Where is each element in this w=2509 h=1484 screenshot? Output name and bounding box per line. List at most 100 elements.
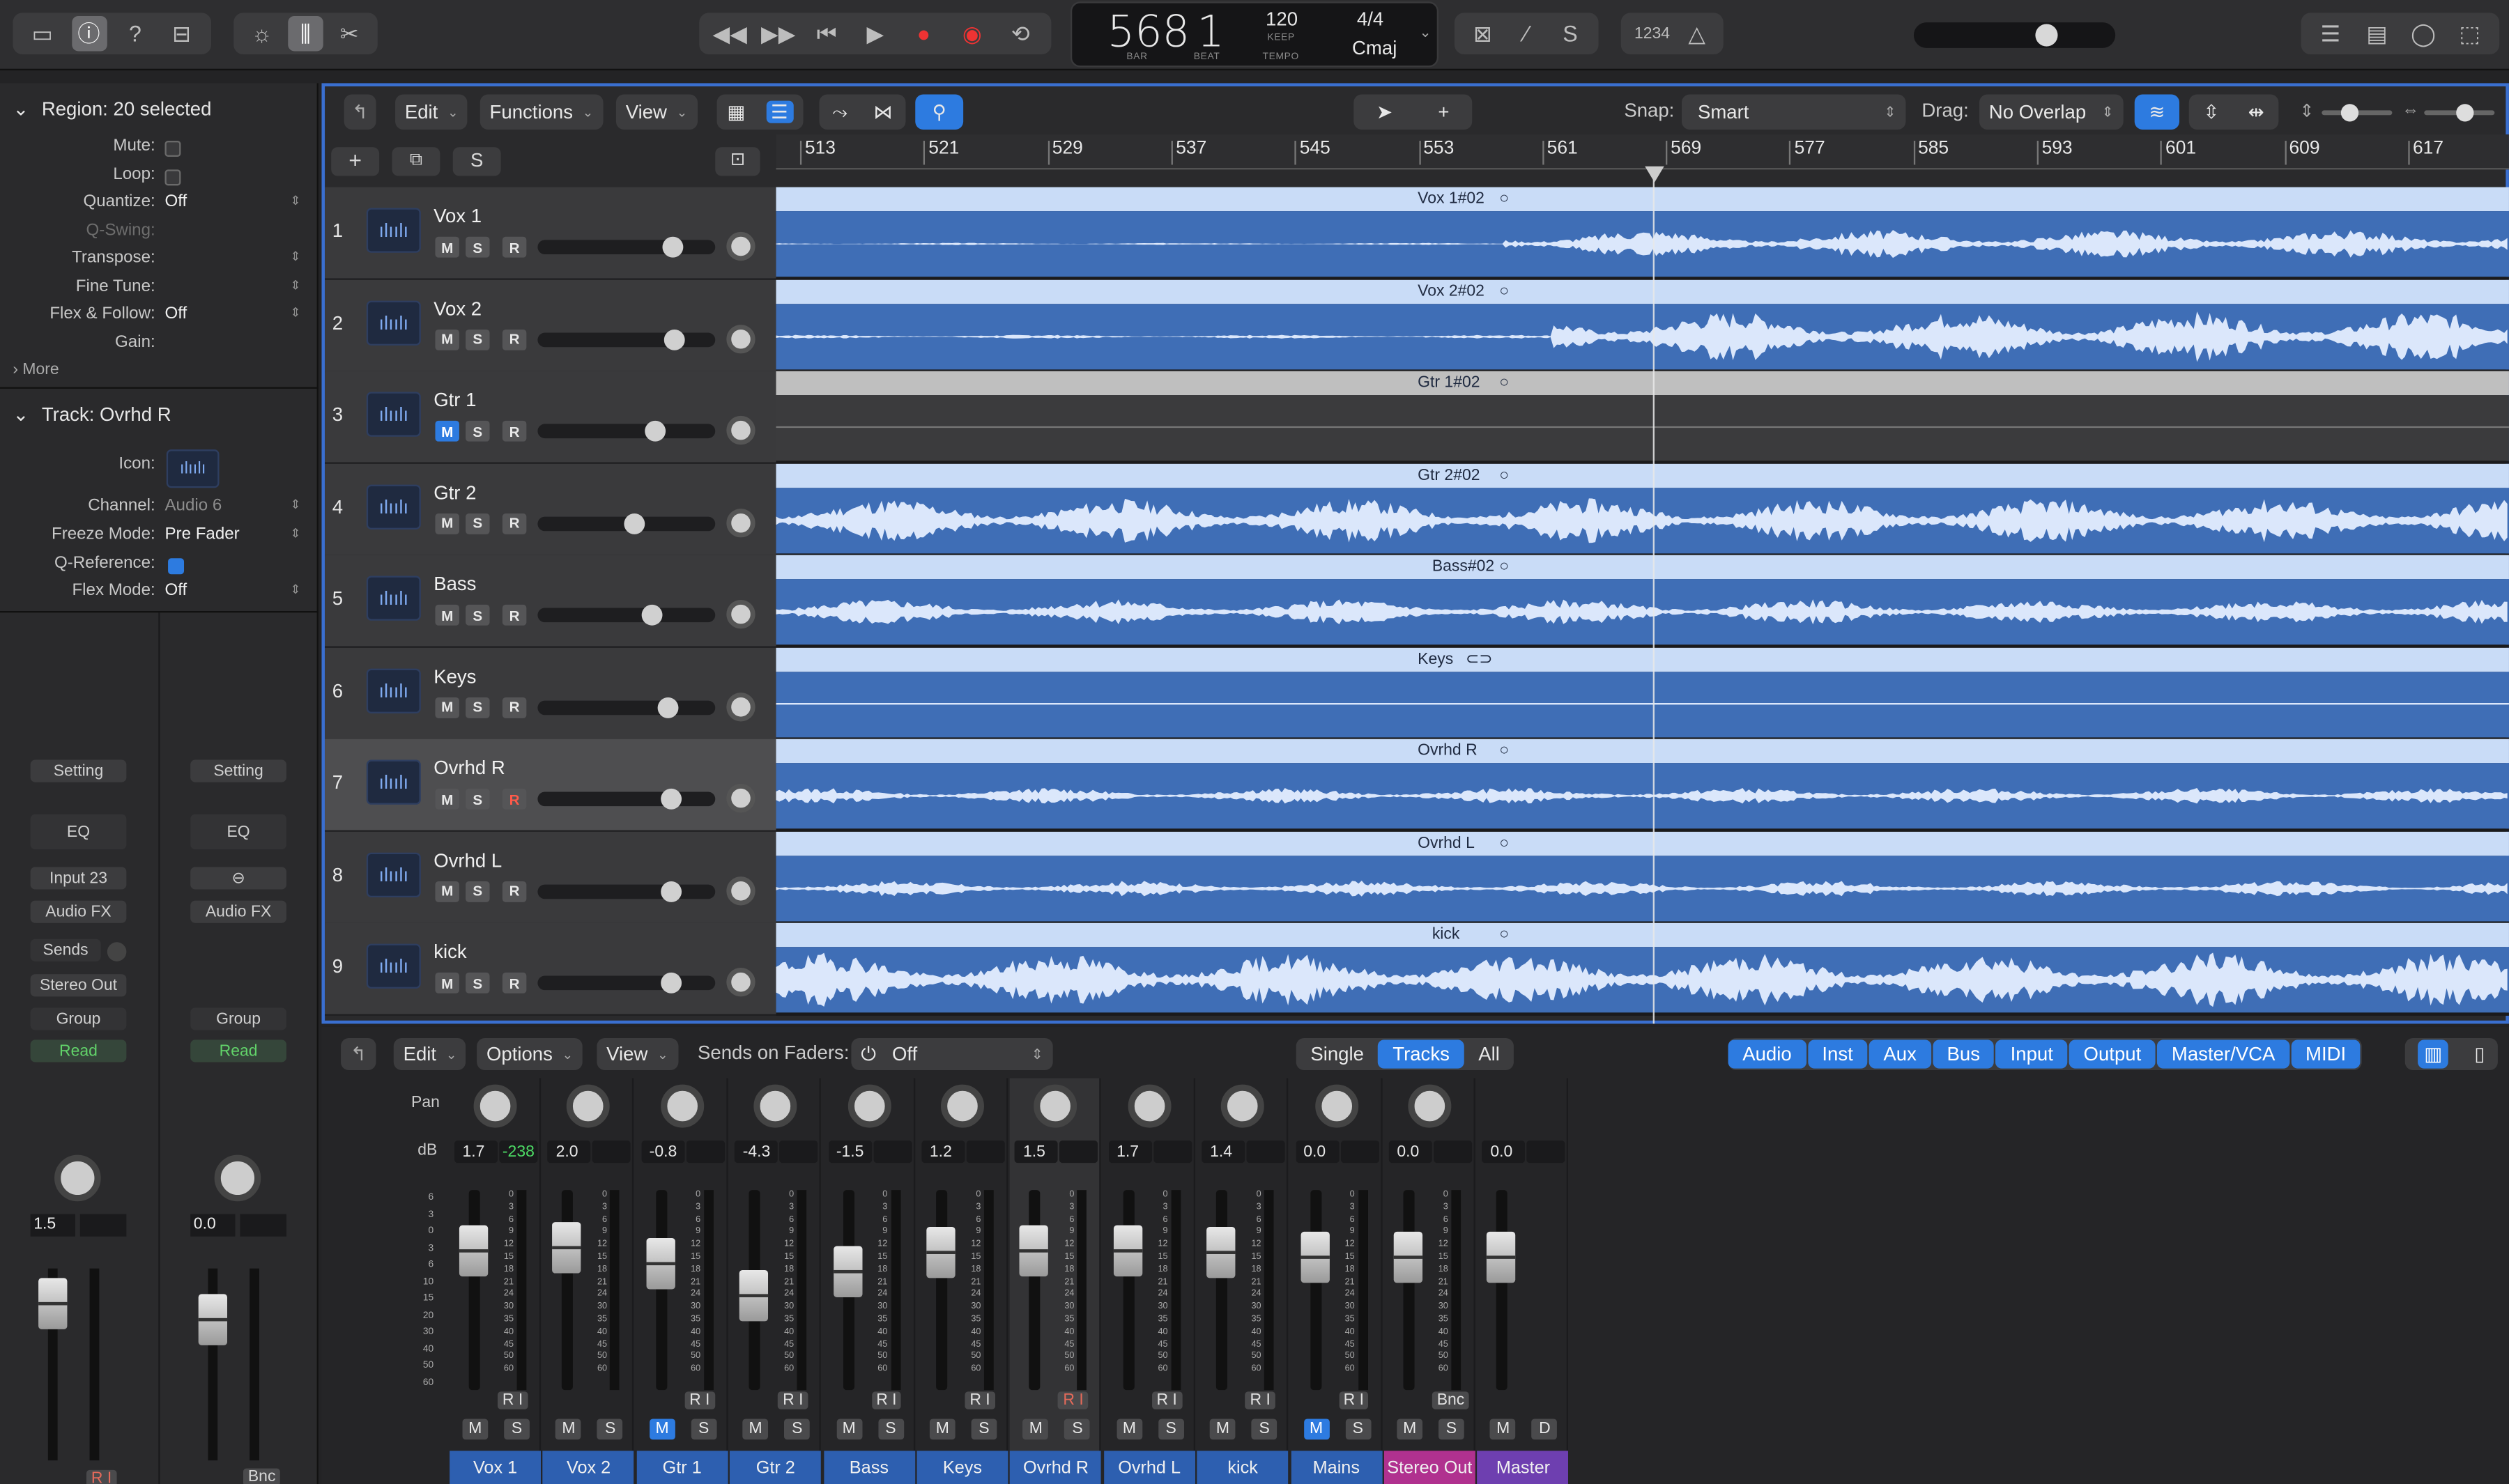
fader-handle[interactable]: [1206, 1226, 1236, 1278]
fader-handle[interactable]: [1487, 1231, 1517, 1283]
stepper-icon[interactable]: ⇕: [290, 194, 300, 208]
region-inspector-header[interactable]: ⌄ Region: 20 selected: [0, 90, 319, 128]
automation-icon[interactable]: ⤳: [832, 100, 847, 123]
track-lane[interactable]: Keys ⊂⊃: [776, 647, 2509, 740]
stepper-icon[interactable]: ⇕: [290, 497, 300, 512]
volume-readout[interactable]: 1.7: [1108, 1140, 1152, 1164]
volume-slider[interactable]: [537, 788, 716, 810]
forward-icon[interactable]: ▶▶: [761, 16, 797, 52]
track-param-row[interactable]: Flex Mode: Off ⇕: [0, 580, 319, 608]
master-volume-knob[interactable]: [2035, 24, 2058, 47]
quick-help-icon[interactable]: ?: [118, 16, 153, 52]
solo-button[interactable]: S: [466, 604, 490, 626]
region-header[interactable]: [776, 279, 2509, 304]
pan-knob[interactable]: [726, 415, 755, 445]
fader-handle[interactable]: [552, 1222, 582, 1274]
fader-track[interactable]: [1123, 1190, 1135, 1391]
smart-controls-icon[interactable]: ☼: [244, 16, 279, 52]
volume-slider-knob[interactable]: [624, 512, 645, 534]
track-inspector-header[interactable]: ⌄ Track: Ovrhd R: [0, 395, 319, 433]
view-mode-tracks[interactable]: Tracks: [1378, 1039, 1464, 1069]
stepper-icon[interactable]: ⇕: [290, 249, 300, 264]
solo-button[interactable]: S: [466, 880, 490, 902]
volume-slider-knob[interactable]: [663, 236, 684, 258]
mute-button[interactable]: M: [435, 880, 459, 902]
audio-fx-button[interactable]: Audio FX: [190, 900, 286, 923]
toolbar-icon[interactable]: ⊟: [164, 16, 199, 52]
record-enable-button[interactable]: R: [502, 604, 527, 626]
track-header[interactable]: 4 ılıılı Gtr 2 MSR: [325, 463, 776, 556]
channel-name[interactable]: Master: [1478, 1451, 1569, 1484]
volume-readout[interactable]: 0.0: [1295, 1140, 1339, 1164]
solo-button[interactable]: S: [597, 1419, 624, 1440]
view-menu[interactable]: View ⌄: [615, 94, 697, 130]
pan-knob[interactable]: [726, 876, 755, 905]
track-lane[interactable]: Vox 1#02 ○: [776, 187, 2509, 280]
track-lane[interactable]: Bass#02 ○: [776, 555, 2509, 648]
track-name[interactable]: kick: [433, 941, 466, 963]
filter-master-vca[interactable]: Master/VCA: [2157, 1039, 2290, 1069]
horizontal-zoom-slider[interactable]: [2424, 104, 2495, 122]
pointer-tool-icon[interactable]: ➤: [1376, 101, 1392, 123]
sends-button[interactable]: Sends: [30, 938, 101, 961]
sends-on-faders-select[interactable]: ⏻ Off ⇕: [851, 1038, 1053, 1070]
record-enable-button[interactable]: R: [502, 420, 527, 442]
solo-button[interactable]: S: [1064, 1419, 1091, 1440]
channel-name[interactable]: Ovrhd L: [1103, 1451, 1195, 1484]
solo-button[interactable]: S: [466, 328, 490, 350]
record-input-buttons[interactable]: R I: [1338, 1391, 1369, 1409]
mute-button[interactable]: M: [1117, 1419, 1142, 1440]
fader-handle[interactable]: [926, 1226, 956, 1278]
horizontal-fit-icon[interactable]: ⇹: [2248, 101, 2264, 123]
track-param-row[interactable]: Freeze Mode: Pre Fader ⇕: [0, 525, 319, 552]
editors-icon[interactable]: ✂: [332, 16, 367, 52]
view-mode-single[interactable]: Single: [1296, 1039, 1379, 1068]
track-header[interactable]: 2 ılıılı Vox 2 MSR: [325, 279, 776, 372]
region-param-row[interactable]: Fine Tune: ⇕: [0, 276, 319, 303]
setting-button[interactable]: Setting: [30, 759, 127, 782]
channel-name[interactable]: Keys: [916, 1451, 1008, 1484]
mute-button[interactable]: M: [435, 236, 459, 258]
solo-mode-icon[interactable]: S: [1553, 16, 1588, 52]
tuning-icon[interactable]: ⁄: [1509, 16, 1544, 52]
solo-button[interactable]: S: [877, 1419, 904, 1440]
filter-bus[interactable]: Bus: [1932, 1039, 1995, 1069]
track-header[interactable]: 1 ılıılı Vox 1 MSR: [325, 187, 776, 280]
mute-button[interactable]: M: [1397, 1419, 1423, 1440]
solo-button[interactable]: S: [691, 1419, 717, 1440]
track-param-row[interactable]: Icon: ılıılı: [0, 449, 319, 488]
mute-button[interactable]: M: [1210, 1419, 1236, 1440]
volume-slider-knob[interactable]: [661, 788, 682, 810]
solo-button[interactable]: S: [466, 788, 490, 810]
fader-track[interactable]: [1216, 1190, 1228, 1391]
fader-handle[interactable]: [1020, 1225, 1049, 1277]
region-param-row[interactable]: Gain:: [0, 332, 319, 359]
solo-button[interactable]: S: [466, 512, 490, 534]
fader-handle[interactable]: [833, 1246, 862, 1297]
volume-readout[interactable]: 2.0: [548, 1140, 592, 1164]
fader-track[interactable]: [655, 1190, 667, 1391]
volume-readout[interactable]: 1.4: [1202, 1140, 1245, 1164]
region-param-row[interactable]: Flex & Follow: Off ⇕: [0, 304, 319, 331]
mute-button[interactable]: M: [1303, 1419, 1329, 1440]
volume-slider-knob[interactable]: [661, 880, 682, 902]
region-header[interactable]: [776, 830, 2509, 856]
metronome-icon[interactable]: △: [1680, 16, 1715, 52]
back-arrow-icon[interactable]: ↰: [341, 1038, 376, 1070]
track-name[interactable]: Ovrhd R: [433, 757, 505, 779]
record-input-buttons[interactable]: R I: [1245, 1391, 1275, 1409]
solo-button[interactable]: S: [466, 972, 490, 994]
catch-icon[interactable]: ⚲: [915, 94, 964, 130]
record-input-buttons[interactable]: R I: [86, 1469, 117, 1484]
pan-knob[interactable]: [1221, 1084, 1265, 1128]
fader-handle[interactable]: [1393, 1231, 1423, 1283]
record-input-buttons[interactable]: R I: [965, 1391, 995, 1409]
volume-slider-knob[interactable]: [661, 972, 682, 994]
pan-knob[interactable]: [753, 1084, 797, 1128]
automation-mode-button[interactable]: Read: [190, 1039, 286, 1062]
filter-midi[interactable]: MIDI: [2291, 1039, 2361, 1069]
capture-record-icon[interactable]: ◉: [955, 16, 990, 52]
track-header[interactable]: 3 ılıılı Gtr 1 MSR: [325, 371, 776, 464]
edit-menu[interactable]: Edit ⌄: [395, 94, 468, 130]
record-input-buttons[interactable]: R I: [1058, 1391, 1089, 1409]
